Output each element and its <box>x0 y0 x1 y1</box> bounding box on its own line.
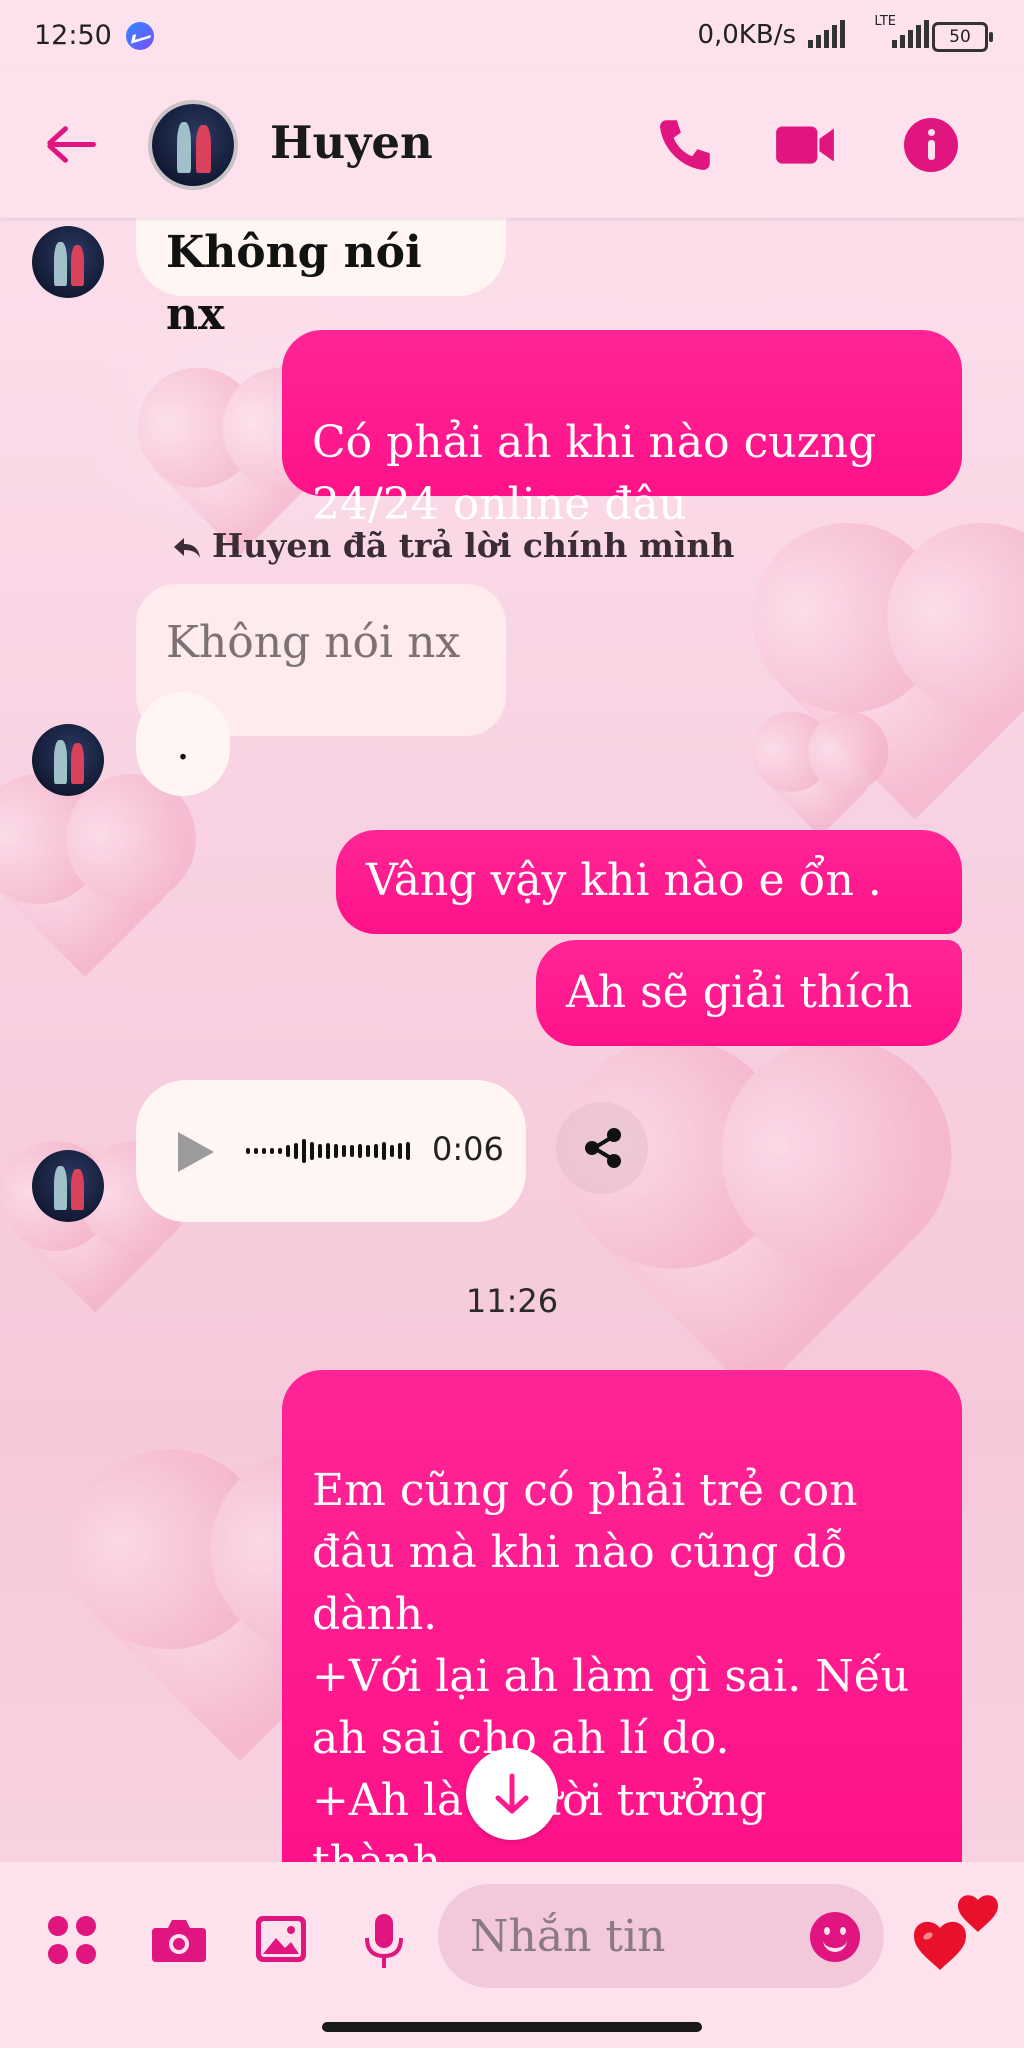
signal-icon <box>892 20 932 48</box>
message-bubble-outgoing[interactable]: Vâng vậy khi nào e ổn . <box>336 830 962 934</box>
voice-message[interactable]: 0:06 <box>136 1080 526 1222</box>
message-text: Vâng vậy khi nào e ổn . <box>366 855 882 906</box>
apps-icon[interactable] <box>48 1916 98 1966</box>
heart-decoration <box>592 1072 918 1398</box>
message-text: . <box>176 719 190 770</box>
heart-decoration <box>0 793 177 977</box>
avatar[interactable] <box>32 226 104 298</box>
message-composer <box>0 1862 1024 2048</box>
signal-icon <box>808 20 848 48</box>
phone-icon[interactable] <box>652 112 718 178</box>
video-call-icon[interactable] <box>772 112 838 178</box>
heart-decoration <box>763 723 877 837</box>
gallery-icon[interactable] <box>254 1914 308 1964</box>
home-indicator[interactable] <box>322 2022 702 2032</box>
share-icon[interactable] <box>556 1102 648 1194</box>
play-icon[interactable] <box>178 1132 214 1172</box>
chat-header: Huyen <box>0 72 1024 218</box>
status-bar: 12:50 0,0KB/s LTE 50 <box>0 0 1024 72</box>
voice-duration: 0:06 <box>432 1130 504 1168</box>
reply-arrow-icon <box>174 538 200 558</box>
quoted-text: Không nói nx <box>166 617 461 668</box>
message-bubble-outgoing[interactable]: Ah sẽ giải thích <box>536 940 962 1046</box>
audio-waveform[interactable] <box>246 1136 410 1166</box>
info-icon[interactable] <box>904 118 958 172</box>
reply-indicator: Huyen đã trả lời chính mình <box>212 526 735 565</box>
status-time: 12:50 <box>34 20 112 51</box>
message-text: Em cũng có phải trẻ con đâu mà khi nào c… <box>312 1465 910 1862</box>
network-speed: 0,0KB/s <box>697 20 796 50</box>
contact-name[interactable]: Huyen <box>270 116 433 169</box>
emoji-icon[interactable] <box>810 1912 860 1962</box>
timestamp: 11:26 <box>465 1282 559 1320</box>
message-bubble-outgoing[interactable]: Có phải ah khi nào cuzng 24/24 online đâ… <box>282 330 962 530</box>
camera-icon[interactable] <box>150 1918 208 1964</box>
avatar[interactable] <box>32 724 104 796</box>
messenger-notification-icon <box>126 22 154 50</box>
microphone-icon[interactable] <box>362 1912 406 1972</box>
message-text: Ah sẽ giải thích <box>566 967 913 1018</box>
arrow-down-icon[interactable] <box>466 1748 558 1840</box>
message-bubble-incoming[interactable]: . <box>136 692 230 796</box>
avatar[interactable] <box>148 100 238 190</box>
battery-icon: 50 <box>932 22 993 52</box>
back-arrow-icon[interactable] <box>44 116 100 172</box>
message-bubble-outgoing[interactable]: Em cũng có phải trẻ con đâu mà khi nào c… <box>282 1370 962 1862</box>
hearts-icon[interactable] <box>910 1892 1010 1982</box>
avatar[interactable] <box>32 1150 104 1222</box>
